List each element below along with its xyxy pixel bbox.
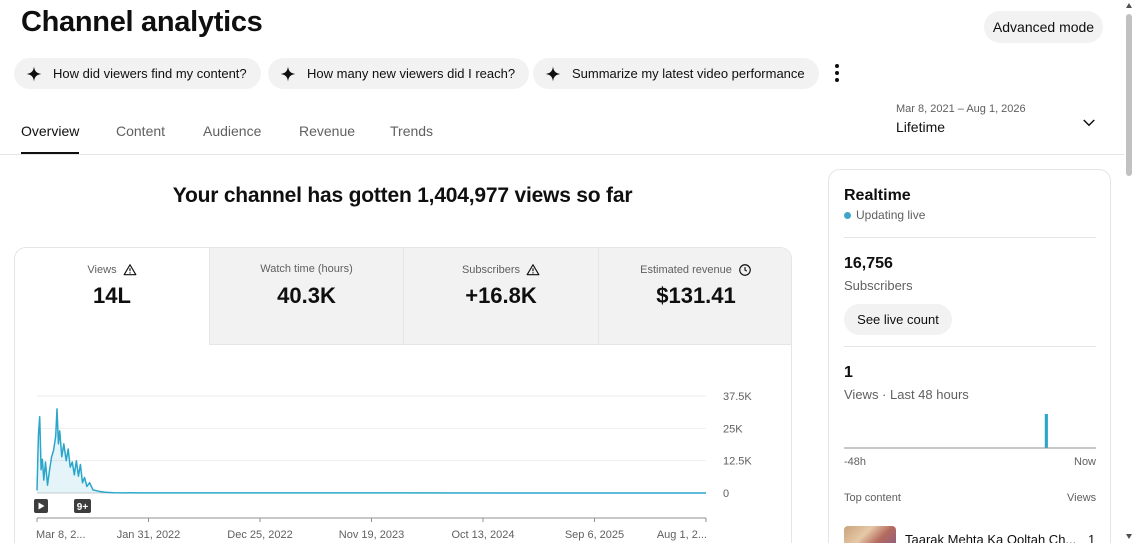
video-marker-label: 9+ <box>77 502 89 513</box>
see-live-count-button[interactable]: See live count <box>844 304 952 335</box>
realtime-views-label: Views · Last 48 hours <box>844 387 969 402</box>
chevron-down-icon[interactable] <box>1080 114 1098 132</box>
chip-label: How did viewers find my content? <box>53 66 247 81</box>
views-headline: Your channel has gotten 1,404,977 views … <box>172 184 633 207</box>
tab-trends[interactable]: Trends <box>390 123 433 139</box>
views-area <box>37 408 706 493</box>
top-content-views-header: Views <box>1067 492 1097 504</box>
views-chart[interactable]: 37.5K 25K 12.5K 0 Mar 8, 2... Jan 31, 2022 Dec… <box>15 248 792 543</box>
tab-bar: Overview Content Audience Revenue Trends <box>0 108 1124 155</box>
advanced-mode-button[interactable]: Advanced mode <box>984 11 1103 43</box>
realtime-views-value: 1 <box>844 364 853 381</box>
scroll-up-icon[interactable] <box>1126 3 1132 8</box>
chip-viewers-find-content[interactable]: How did viewers find my content? <box>14 58 261 89</box>
scroll-down-icon[interactable] <box>1126 534 1132 539</box>
realtime-title: Realtime <box>844 187 911 204</box>
sparkle-icon <box>545 66 561 81</box>
y-tick-label: 0 <box>723 488 729 500</box>
realtime-subscribers-label: Subscribers <box>844 278 913 293</box>
realtime-status-text: Updating live <box>856 208 926 222</box>
more-options-icon[interactable] <box>829 62 845 84</box>
page-title: Channel analytics <box>21 6 263 38</box>
sparkle-icon <box>26 66 42 81</box>
y-tick-label: 12.5K <box>723 456 752 468</box>
chip-summarize-latest-video[interactable]: Summarize my latest video performance <box>533 58 819 89</box>
date-period-label[interactable]: Lifetime <box>896 119 945 135</box>
x-tick-label: Dec 25, 2022 <box>227 529 292 541</box>
chip-new-viewers-reach[interactable]: How many new viewers did I reach? <box>268 58 530 89</box>
top-content-label: Top content <box>844 492 901 504</box>
live-dot-icon <box>844 211 851 219</box>
active-tab-indicator <box>21 152 79 154</box>
tab-revenue[interactable]: Revenue <box>299 123 355 139</box>
realtime-card: Realtime Updating live 16,756 Subscriber… <box>828 169 1111 543</box>
date-range-text[interactable]: Mar 8, 2021 – Aug 1, 2026 <box>896 103 1026 115</box>
sparkle-icon <box>280 66 296 81</box>
top-content-thumbnail[interactable] <box>844 526 896 543</box>
top-content-views: 1 <box>1088 532 1096 543</box>
realtime-subscribers-value: 16,756 <box>844 255 893 272</box>
views-line <box>36 408 707 494</box>
top-content-title[interactable]: Taarak Mehta Ka Ooltah Ch... <box>905 532 1075 543</box>
x-tick-label: Oct 13, 2024 <box>452 529 515 541</box>
tab-audience[interactable]: Audience <box>203 123 261 139</box>
realtime-axis-end: Now <box>1074 456 1097 468</box>
y-tick-label: 37.5K <box>723 391 752 403</box>
x-tick-label: Jan 31, 2022 <box>117 529 181 541</box>
x-tick-label: Sep 6, 2025 <box>565 529 624 541</box>
tab-overview[interactable]: Overview <box>21 123 79 139</box>
divider <box>844 237 1096 238</box>
metrics-card: Views 14L Watch time (hours) 40.3K Subsc… <box>14 247 792 543</box>
x-tick-label: Aug 1, 2... <box>657 529 707 541</box>
page-scrollbar[interactable] <box>1124 0 1134 543</box>
scroll-thumb[interactable] <box>1126 14 1132 176</box>
chip-label: How many new viewers did I reach? <box>307 66 516 81</box>
realtime-views-bar-chart[interactable] <box>844 406 1096 450</box>
x-tick-label: Mar 8, 2... <box>36 529 86 541</box>
chip-label: Summarize my latest video performance <box>572 66 805 81</box>
realtime-bar <box>1044 414 1048 448</box>
realtime-axis-start: -48h <box>844 456 867 468</box>
divider <box>844 346 1096 347</box>
y-tick-label: 25K <box>723 423 743 435</box>
realtime-status: Updating live <box>844 208 925 222</box>
x-tick-label: Nov 19, 2023 <box>339 529 404 541</box>
tab-content[interactable]: Content <box>116 123 165 139</box>
